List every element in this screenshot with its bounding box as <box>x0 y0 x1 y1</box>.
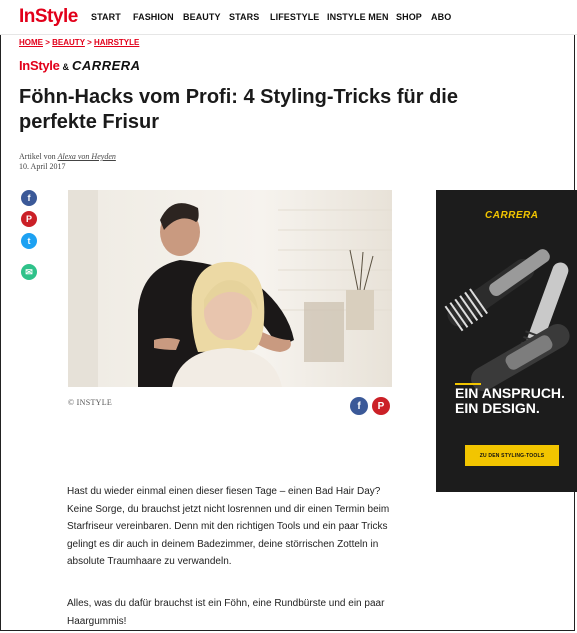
sponsor-instyle-logo: InStyle <box>19 58 60 73</box>
sponsor-logo: InStyle & CARRERA <box>19 57 141 73</box>
nav-item-stars[interactable]: STARS <box>229 12 259 22</box>
nav-item-fashion[interactable]: FASHION <box>133 12 174 22</box>
breadcrumb-beauty[interactable]: BEAUTY <box>52 38 85 47</box>
ad-headline-line-1: EIN ANSPRUCH. <box>455 385 565 401</box>
ad-product-image <box>444 249 570 391</box>
breadcrumb-home[interactable]: HOME <box>19 38 43 47</box>
article-title: Föhn-Hacks vom Profi: 4 Styling-Tricks f… <box>19 86 458 133</box>
nav-item-shop[interactable]: SHOP <box>396 12 422 22</box>
facebook-icon[interactable]: f <box>21 190 37 206</box>
article-byline: Artikel von Alexa von Heyden 10. April 2… <box>19 152 116 172</box>
ad-headline-line-2: EIN DESIGN. <box>455 400 540 416</box>
sponsor-ampersand: & <box>62 62 70 72</box>
article-hero-image <box>68 190 392 387</box>
top-navigation: InStyle START FASHION BEAUTY STARS LIFES… <box>0 0 577 35</box>
nav-item-instyle-men[interactable]: INSTYLE MEN <box>327 12 389 22</box>
breadcrumb-separator: > <box>87 38 95 47</box>
breadcrumb: HOME > BEAUTY > HAIRSTYLE <box>19 38 139 47</box>
nav-item-beauty[interactable]: BEAUTY <box>183 12 221 22</box>
twitter-icon[interactable]: t <box>21 233 37 249</box>
email-icon[interactable]: ✉ <box>21 264 37 280</box>
pinterest-icon[interactable]: P <box>372 397 390 415</box>
sponsor-carrera-logo: CARRERA <box>72 58 141 73</box>
instyle-logo[interactable]: InStyle <box>19 6 78 28</box>
author-link[interactable]: Alexa von Heyden <box>58 152 116 161</box>
article-paragraph: Alles, was du dafür brauchst ist ein Föh… <box>67 598 385 627</box>
article-paragraph: Hast du wieder einmal einen dieser fiese… <box>67 486 390 567</box>
nav-item-abo[interactable]: ABO <box>431 12 451 22</box>
facebook-icon[interactable]: f <box>350 397 368 415</box>
image-credit: © INSTYLE <box>68 398 113 407</box>
ad-headline: EIN ANSPRUCH. EIN DESIGN. <box>455 386 565 416</box>
byline-prefix: Artikel von <box>19 152 56 161</box>
ad-cta-button[interactable]: ZU DEN STYLING-TOOLS <box>465 445 559 466</box>
nav-item-lifestyle[interactable]: LIFESTYLE <box>270 12 319 22</box>
nav-item-start[interactable]: START <box>91 12 121 22</box>
carrera-advertisement[interactable]: CARRERA EIN ANSPRUCH. EIN DESIGN. ZU DEN… <box>436 190 577 492</box>
pinterest-icon[interactable]: P <box>21 211 37 227</box>
breadcrumb-hairstyle[interactable]: HAIRSTYLE <box>94 38 139 47</box>
article-date: 10. April 2017 <box>19 162 66 171</box>
